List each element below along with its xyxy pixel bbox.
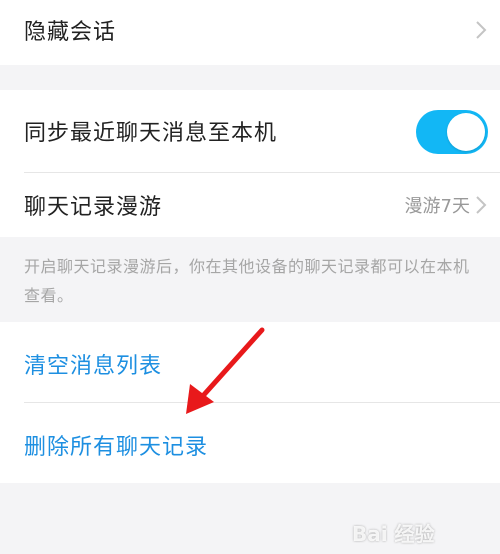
clear-list-row[interactable]: 清空消息列表: [0, 322, 500, 403]
delete-all-button[interactable]: 删除所有聊天记录: [24, 429, 208, 461]
hide-chat-row[interactable]: 隐藏会话: [0, 0, 500, 65]
chevron-right-icon: [476, 196, 487, 214]
watermark-logo: Bai 经验: [348, 512, 488, 548]
hide-chat-label: 隐藏会话: [24, 20, 117, 45]
clear-list-button[interactable]: 清空消息列表: [24, 348, 162, 380]
sync-recent-toggle[interactable]: [416, 110, 488, 154]
delete-all-row[interactable]: 删除所有聊天记录: [0, 403, 500, 483]
watermark-text: Bai 经验: [352, 522, 435, 546]
roaming-label: 聊天记录漫游: [24, 195, 163, 220]
chevron-right-icon: [476, 21, 487, 39]
sync-recent-label: 同步最近聊天消息至本机: [24, 121, 278, 146]
sync-recent-row: 同步最近聊天消息至本机: [0, 90, 500, 173]
chat-settings-screen: 隐藏会话 同步最近聊天消息至本机 聊天记录漫游 漫游7天 开启聊天记录漫游后，你…: [0, 0, 500, 554]
roaming-row[interactable]: 聊天记录漫游 漫游7天: [0, 173, 500, 237]
toggle-knob: [447, 113, 485, 151]
roaming-value: 漫游7天: [404, 196, 470, 217]
roaming-note: 开启聊天记录漫游后，你在其他设备的聊天记录都可以在本机查看。: [24, 257, 470, 305]
